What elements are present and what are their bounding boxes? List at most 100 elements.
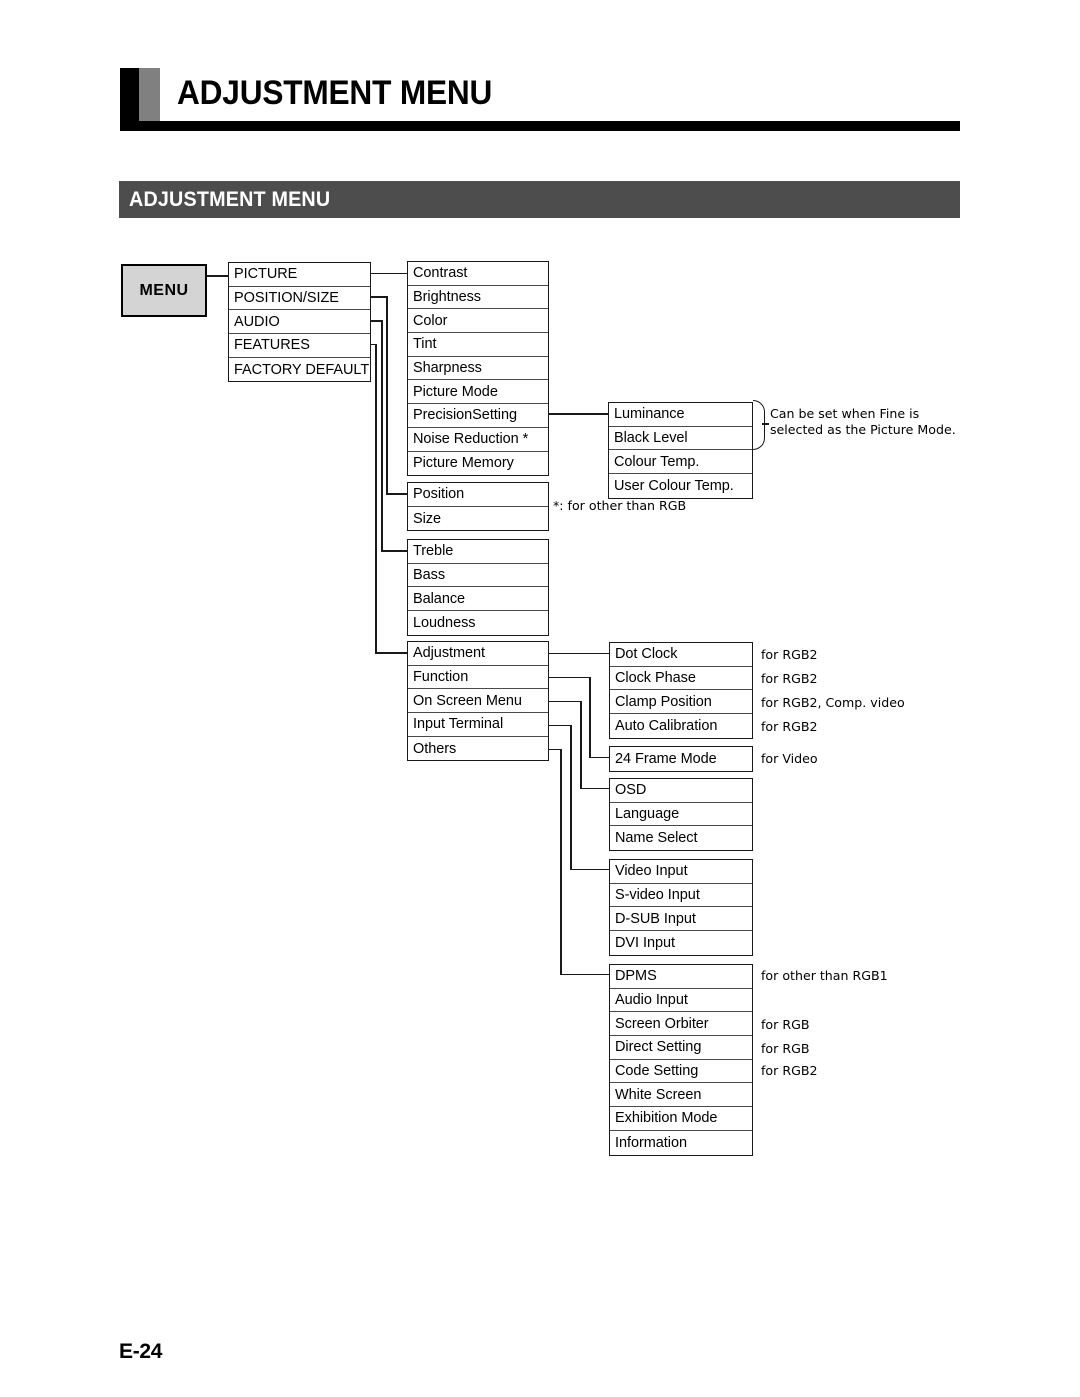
features-submenu-item[interactable]: On Screen Menu [408, 689, 548, 714]
adjustment-submenu-label: Clamp Position [615, 693, 712, 710]
adjustment-submenu-label: Clock Phase [615, 670, 696, 687]
picture-submenu-label: Noise Reduction * [413, 431, 529, 448]
main-menu-items-item[interactable]: AUDIO [229, 310, 370, 335]
audio-submenu-item[interactable]: Loudness [408, 611, 548, 635]
input-terminal-submenu-item[interactable]: D-SUB Input [610, 907, 752, 932]
connector-osm-h1 [548, 700, 581, 703]
others-submenu-item[interactable]: Code Setting [610, 1060, 752, 1084]
picture-submenu-item[interactable]: Picture Mode [408, 380, 548, 405]
adjustment-submenu-label: Dot Clock [615, 646, 678, 663]
features-submenu-item[interactable]: Function [408, 666, 548, 690]
adjustment-submenu-item[interactable]: Dot Clock [610, 643, 752, 667]
input-terminal-submenu-item[interactable]: S-video Input [610, 884, 752, 908]
features-submenu-label: On Screen Menu [413, 692, 522, 709]
connector-inputterm-h1 [548, 724, 571, 727]
connector-audio-v [381, 320, 383, 551]
audio-submenu-item[interactable]: Balance [408, 587, 548, 612]
fine-mode-brace-icon [753, 400, 765, 450]
precision-setting-submenu-item[interactable]: Colour Temp. [609, 450, 752, 475]
connector-inputterm-h2 [570, 868, 610, 871]
others-submenu-item[interactable]: Direct Setting [610, 1036, 752, 1060]
input-terminal-submenu-label: Video Input [615, 863, 688, 880]
connector-positionsize-v [386, 296, 388, 494]
connector-inputterm-v [570, 724, 572, 870]
others-submenu-label: Code Setting [615, 1063, 699, 1080]
input-terminal-submenu-label: S-video Input [615, 887, 700, 904]
anno-direct-setting: for RGB [761, 1041, 810, 1056]
precision-setting-submenu-item[interactable]: Black Level [609, 427, 752, 451]
picture-submenu-label: Picture Mode [413, 383, 498, 400]
features-submenu-item[interactable]: Adjustment [408, 642, 548, 666]
picture-submenu-item[interactable]: Picture Memory [408, 452, 548, 476]
on-screen-menu-group: OSD Language Name Select [609, 778, 753, 852]
others-submenu-label: White Screen [615, 1086, 702, 1103]
input-terminal-submenu-item[interactable]: Video Input [610, 860, 752, 884]
others-submenu-item[interactable]: White Screen [610, 1083, 752, 1108]
others-submenu-item[interactable]: DPMS [610, 965, 752, 989]
connector-features-v [375, 343, 377, 654]
star-footnote: *: for other than RGB [553, 498, 687, 513]
precision-setting-submenu-label: Luminance [614, 406, 685, 423]
on-screen-menu-submenu-item[interactable]: Language [610, 803, 752, 827]
root-menu-box[interactable]: MENU [121, 264, 207, 317]
main-menu-items-item[interactable]: FEATURES [229, 334, 370, 358]
picture-submenu-item[interactable]: Noise Reduction * [408, 428, 548, 452]
features-submenu-item[interactable]: Input Terminal [408, 713, 548, 737]
adjustment-submenu-item[interactable]: Clock Phase [610, 667, 752, 691]
picture-submenu-item[interactable]: Color [408, 309, 548, 334]
main-menu-items-item[interactable]: POSITION/SIZE [229, 287, 370, 311]
others-submenu-item[interactable]: Screen Orbiter [610, 1012, 752, 1037]
main-menu-items-item[interactable]: PICTURE [229, 263, 370, 287]
position-size-submenu-item[interactable]: Position [408, 483, 548, 507]
precision-setting-submenu-label: Black Level [614, 430, 688, 447]
connector-positionsize-h2 [386, 493, 408, 495]
picture-submenu-item[interactable]: Brightness [408, 286, 548, 310]
connector-positionsize-h1 [370, 296, 387, 298]
main-menu-items-item[interactable]: FACTORY DEFAULT [229, 358, 370, 382]
others-submenu-label: Audio Input [615, 992, 688, 1009]
connector-function-h2 [589, 756, 610, 759]
position-size-submenu-label: Size [413, 510, 442, 527]
audio-group: Treble Bass Balance Loudness [407, 539, 549, 636]
anno-clock-phase: for RGB2 [761, 671, 818, 686]
precision-setting-submenu-label: User Colour Temp. [614, 477, 734, 494]
features-submenu-item[interactable]: Others [408, 737, 548, 761]
precision-setting-submenu-item[interactable]: User Colour Temp. [609, 474, 752, 498]
function-submenu-label: 24 Frame Mode [615, 750, 717, 767]
features-submenu-label: Input Terminal [413, 716, 504, 733]
adjustment-submenu-item[interactable]: Auto Calibration [610, 714, 752, 738]
others-submenu-item[interactable]: Audio Input [610, 989, 752, 1013]
others-submenu-item[interactable]: Exhibition Mode [610, 1107, 752, 1131]
anno-frame-mode: for Video [761, 751, 818, 766]
on-screen-menu-submenu-item[interactable]: OSD [610, 779, 752, 803]
picture-submenu-item[interactable]: Contrast [408, 262, 548, 286]
precision-setting-submenu-item[interactable]: Luminance [609, 403, 752, 427]
function-submenu-item[interactable]: 24 Frame Mode [610, 747, 752, 771]
audio-submenu-label: Loudness [413, 614, 476, 631]
connector-root-to-level1 [207, 275, 229, 277]
others-submenu-item[interactable]: Information [610, 1131, 752, 1155]
others-submenu-label: Screen Orbiter [615, 1015, 709, 1032]
position-size-submenu-item[interactable]: Size [408, 507, 548, 531]
picture-submenu-label: PrecisionSetting [413, 407, 517, 424]
input-terminal-submenu-item[interactable]: DVI Input [610, 931, 752, 955]
main-menu-items-label: FEATURES [234, 337, 310, 354]
anno-dot-clock: for RGB2 [761, 647, 818, 662]
audio-submenu-item[interactable]: Bass [408, 564, 548, 588]
position-size-submenu-label: Position [413, 486, 465, 503]
anno-screen-orbiter: for RGB [761, 1017, 810, 1032]
picture-submenu-item[interactable]: Tint [408, 333, 548, 357]
anno-dpms: for other than RGB1 [761, 968, 888, 983]
picture-submenu-item[interactable]: PrecisionSetting [408, 404, 548, 428]
on-screen-menu-submenu-item[interactable]: Name Select [610, 826, 752, 850]
connector-osm-h2 [580, 787, 610, 790]
audio-submenu-item[interactable]: Treble [408, 540, 548, 564]
fine-note-line1: Can be set when Fine is [770, 406, 920, 421]
audio-submenu-label: Balance [413, 590, 466, 607]
adjustment-submenu-item[interactable]: Clamp Position [610, 690, 752, 715]
main-menu-items-label: PICTURE [234, 266, 298, 283]
main-menu-group: PICTURE POSITION/SIZE AUDIO FEATURES FACTORY… [228, 262, 371, 383]
precision-setting-submenu-label: Colour Temp. [614, 453, 700, 470]
connector-audio-h2 [381, 550, 408, 552]
picture-submenu-item[interactable]: Sharpness [408, 357, 548, 381]
